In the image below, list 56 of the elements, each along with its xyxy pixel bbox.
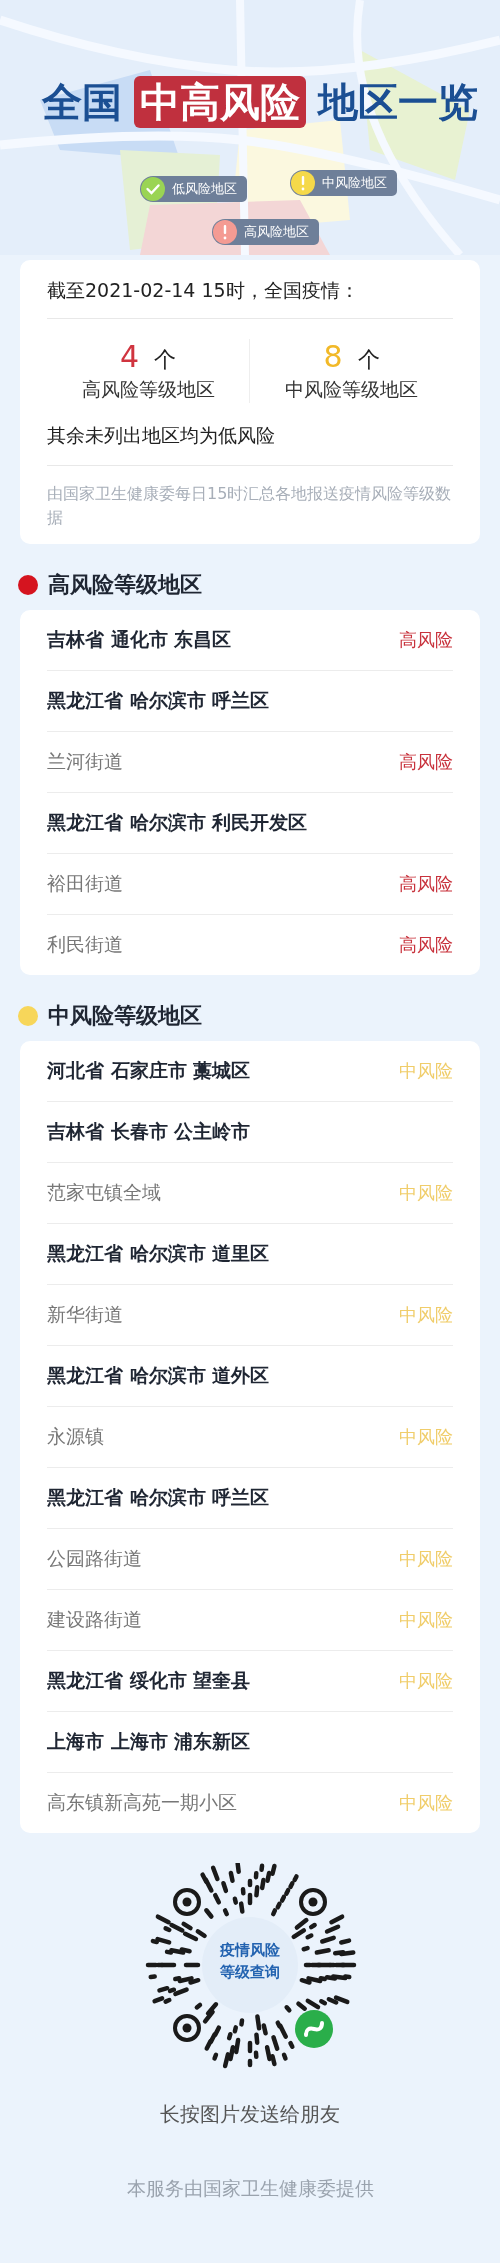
region-name: 黑龙江省 哈尔滨市 道里区 xyxy=(47,1241,270,1266)
region-name: 黑龙江省 哈尔滨市 呼兰区 xyxy=(47,688,270,713)
region-name: 河北省 石家庄市 藁城区 xyxy=(47,1058,251,1083)
place-name: 永源镇 xyxy=(47,1424,104,1449)
section-title: 高风险等级地区 xyxy=(48,571,202,599)
page-title: 地区一览 xyxy=(316,78,479,127)
risk-label: 中风险 xyxy=(399,1425,453,1449)
place-name: 利民街道 xyxy=(47,932,123,957)
check-icon xyxy=(140,176,166,202)
page-title: 全国 xyxy=(41,78,123,127)
region-name: 黑龙江省 绥化市 望奎县 xyxy=(47,1668,251,1693)
region-name: 黑龙江省 哈尔滨市 道外区 xyxy=(47,1363,270,1388)
exclamation-icon xyxy=(290,170,316,196)
section-title: 中风险等级地区 xyxy=(48,1002,202,1030)
count-label: 高风险等级地区 xyxy=(80,377,216,402)
risk-label: 中风险 xyxy=(399,1303,453,1327)
legend-chip: 低风险地区 xyxy=(140,176,247,202)
risk-label: 中风险 xyxy=(399,1059,453,1083)
count-number: 8 xyxy=(323,339,343,374)
exclamation-icon xyxy=(212,219,238,245)
risk-label: 中风险 xyxy=(399,1669,453,1693)
legend-chip: 中风险地区 xyxy=(290,170,397,196)
place-name: 裕田街道 xyxy=(47,871,123,896)
place-name: 新华街道 xyxy=(47,1302,123,1327)
qr-label: 等级查询 xyxy=(220,1963,280,1981)
risk-label: 高风险 xyxy=(399,872,453,896)
place-name: 建设路街道 xyxy=(47,1607,142,1632)
risk-label: 高风险 xyxy=(399,933,453,957)
region-name: 黑龙江省 哈尔滨市 呼兰区 xyxy=(47,1485,270,1510)
legend-chip: 高风险地区 xyxy=(212,219,319,245)
risk-label: 高风险 xyxy=(399,628,453,652)
region-name: 黑龙江省 哈尔滨市 利民开发区 xyxy=(47,810,308,835)
place-name: 兰河街道 xyxy=(47,749,123,774)
qr-label: 疫情风险 xyxy=(220,1941,280,1959)
region-name: 吉林省 通化市 东昌区 xyxy=(47,627,232,652)
place-name: 范家屯镇全域 xyxy=(47,1180,161,1205)
note-text: 其余未列出地区均为低风险 xyxy=(47,415,453,466)
footer-text: 本服务由国家卫生健康委提供 xyxy=(126,2176,374,2201)
risk-label: 中风险 xyxy=(399,1608,453,1632)
count-unit: 个 xyxy=(357,347,380,372)
risk-label: 中风险 xyxy=(399,1791,453,1815)
risk-label: 中风险 xyxy=(399,1547,453,1571)
mini-program-icon xyxy=(295,2010,333,2048)
place-name: 高东镇新高苑一期小区 xyxy=(47,1790,237,1815)
count-label: 中风险等级地区 xyxy=(284,377,419,402)
risk-label: 中风险 xyxy=(399,1181,453,1205)
region-name: 吉林省 长春市 公主岭市 xyxy=(47,1119,251,1144)
as-of-text: 截至2021-02-14 15时，全国疫情： xyxy=(47,278,453,319)
count-unit: 个 xyxy=(154,347,177,372)
qr-caption: 长按图片发送给朋友 xyxy=(160,2101,340,2128)
source-text: 由国家卫生健康委每日15时汇总各地报送疫情风险等级数据 xyxy=(47,483,453,529)
place-name: 公园路街道 xyxy=(47,1546,142,1571)
highlighted-title: 中高风险 xyxy=(134,76,306,128)
region-name: 上海市 上海市 浦东新区 xyxy=(47,1729,251,1754)
risk-label: 高风险 xyxy=(399,750,453,774)
count-number: 4 xyxy=(119,339,139,374)
